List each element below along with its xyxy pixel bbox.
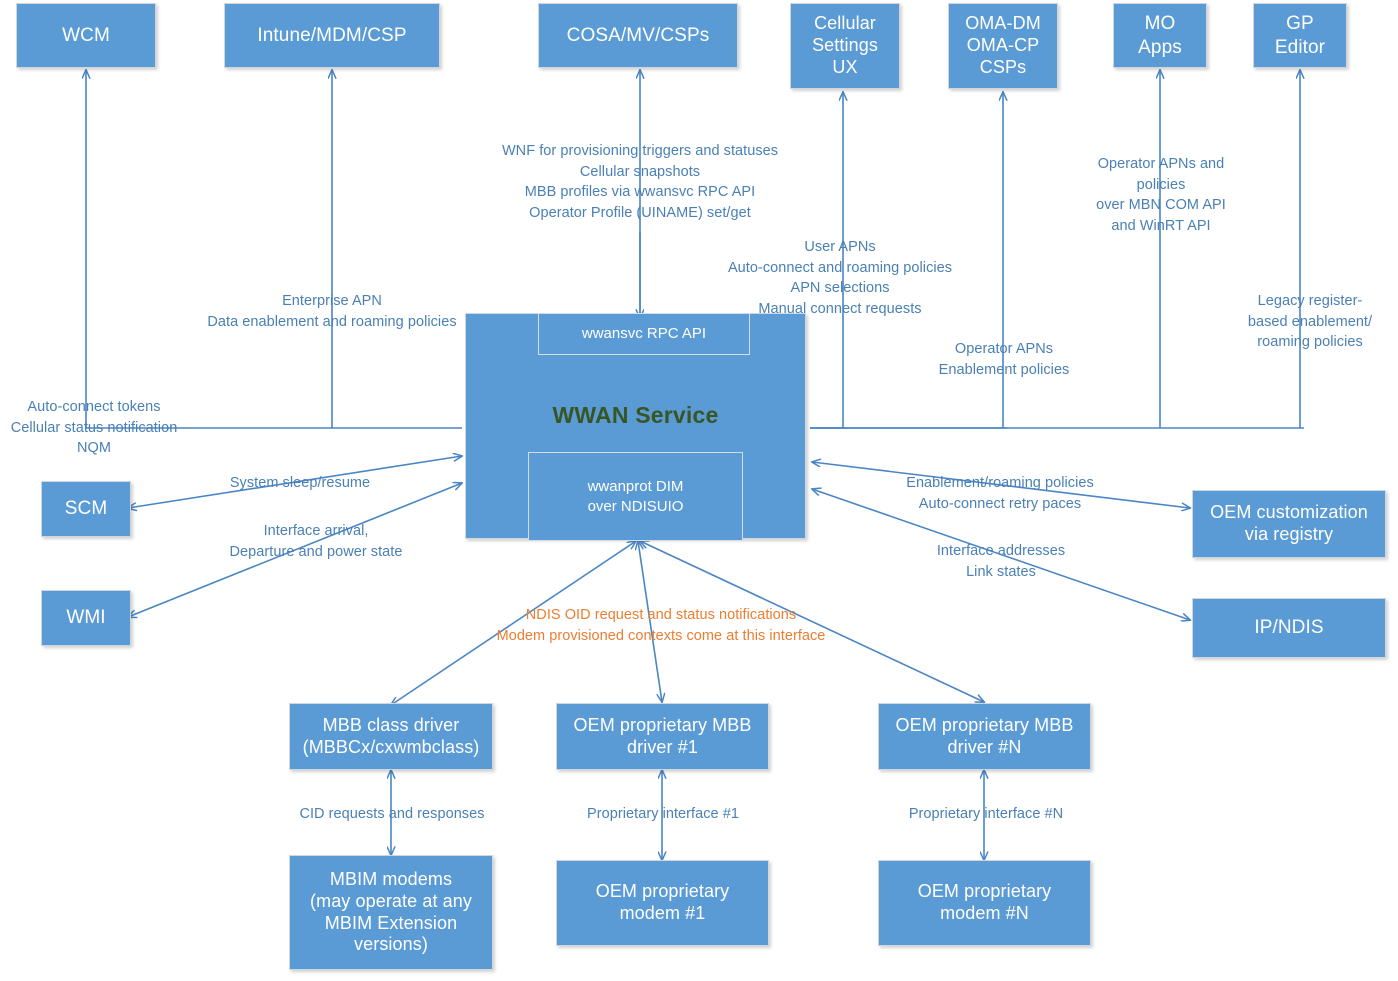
edge-label-system-sleep: System sleep/resume	[229, 475, 371, 491]
node-ip-ndis[interactable]: IP/NDIS	[1192, 598, 1386, 658]
node-oem-mbb-driver-1[interactable]: OEM proprietary MBB driver #1	[556, 703, 769, 770]
edge-label-operator-apns: Operator APNs Enablement policies	[938, 341, 1070, 378]
edge-label-proprietary-interface-1: Proprietary interface #1	[587, 806, 739, 822]
edge-label-mo-apps-stack: Operator APNs and policies over MBN COM …	[1096, 156, 1226, 234]
node-mo-apps[interactable]: MO Apps	[1113, 3, 1207, 68]
wwanprot-dim-label: wwanprot DIM over NDISUIO	[587, 478, 684, 515]
node-intune-mdm-csp[interactable]: Intune/MDM/CSP	[224, 3, 440, 68]
wwansvc-rpc-api-label: wwansvc RPC API	[581, 325, 707, 343]
wwan-architecture-diagram: WCM Intune/MDM/CSP COSA/MV/CSPs Cellular…	[0, 0, 1398, 981]
node-wwan-service[interactable]: wwansvc RPC API WWAN Service wwanprot DI…	[465, 313, 806, 541]
node-cellular-settings-ux[interactable]: Cellular Settings UX	[790, 3, 900, 89]
edge-label-proprietary-interface-n: Proprietary interface #N	[908, 806, 1064, 822]
edge-label-enterprise-apn: Enterprise APN Data enablement and roami…	[207, 293, 457, 330]
node-mbim-modems[interactable]: MBIM modems (may operate at any MBIM Ext…	[289, 855, 493, 970]
edge-label-legacy-register: Legacy register- based enablement/ roami…	[1247, 293, 1373, 351]
edge-label-wcm-stack: Auto-connect tokens Cellular status noti…	[10, 399, 178, 457]
node-oem-customization-registry[interactable]: OEM customization via registry	[1192, 490, 1386, 558]
edge-label-interface-addresses: Interface addresses Link states	[936, 543, 1066, 580]
node-wmi[interactable]: WMI	[41, 590, 131, 646]
node-scm[interactable]: SCM	[41, 481, 131, 537]
node-mbb-class-driver[interactable]: MBB class driver (MBBCx/cxwmbclass)	[289, 703, 493, 770]
node-wwanprot-dim[interactable]: wwanprot DIM over NDISUIO	[528, 452, 743, 541]
node-oem-modem-n[interactable]: OEM proprietary modem #N	[878, 860, 1091, 946]
edge-label-cosa-stack: WNF for provisioning triggers and status…	[501, 143, 779, 221]
node-oem-mbb-driver-n[interactable]: OEM proprietary MBB driver #N	[878, 703, 1091, 770]
node-wcm[interactable]: WCM	[16, 3, 156, 68]
edge-label-enablement-roaming: Enablement/roaming policies Auto-connect…	[906, 475, 1094, 512]
node-oem-modem-1[interactable]: OEM proprietary modem #1	[556, 860, 769, 946]
edge-label-interface-arrival: Interface arrival, Departure and power s…	[229, 523, 403, 560]
node-gp-editor[interactable]: GP Editor	[1253, 3, 1347, 68]
node-wwansvc-rpc-api[interactable]: wwansvc RPC API	[538, 313, 750, 355]
edge-label-ndis-oid: NDIS OID request and status notification…	[496, 607, 826, 644]
node-cosa-mv-csps[interactable]: COSA/MV/CSPs	[538, 3, 738, 68]
node-oma-dm-csps[interactable]: OMA-DM OMA-CP CSPs	[948, 3, 1058, 89]
edge-label-user-apns: User APNs Auto-connect and roaming polic…	[727, 239, 953, 317]
wwan-service-title: WWAN Service	[552, 402, 719, 428]
edge-label-cid-requests: CID requests and responses	[299, 806, 485, 822]
